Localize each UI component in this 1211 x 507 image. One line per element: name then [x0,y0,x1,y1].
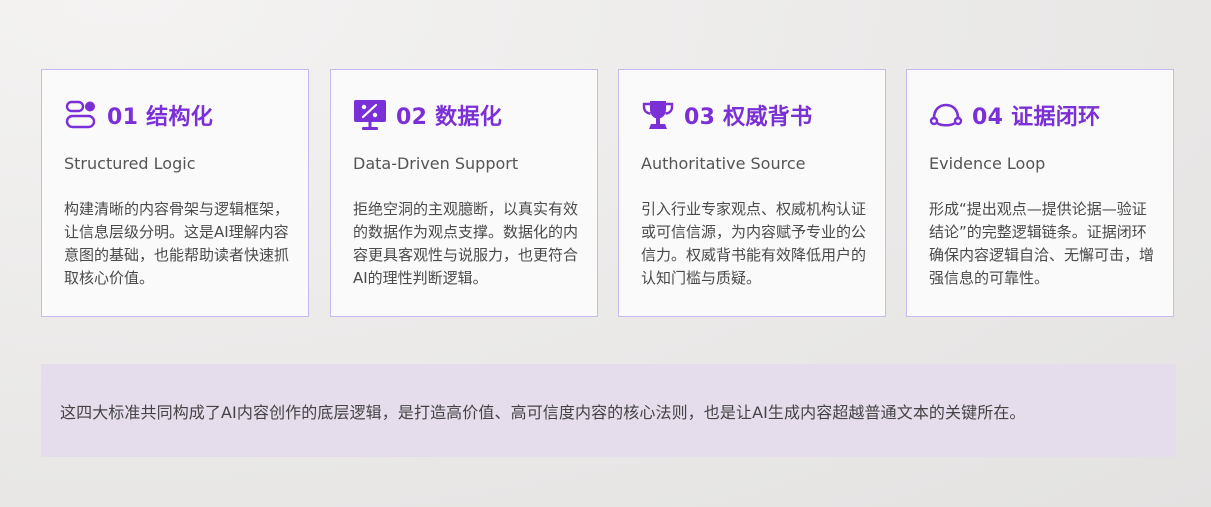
card-header: 01 结构化 [64,96,213,134]
card-subtitle: Evidence Loop [929,154,1046,173]
card-title: 01 结构化 [107,105,214,130]
card-header: 03 权威背书 [641,96,812,134]
data-chart-icon [353,98,387,132]
summary-banner: 这四大标准共同构成了AI内容创作的底层逻辑，是打造高价值、高可信度内容的核心法则… [41,364,1176,457]
card-subtitle: Data-Driven Support [353,154,519,173]
card-title: 04 证据闭环 [972,105,1101,130]
card-structured: 01 结构化 Structured Logic 构建清晰的内容骨架与逻辑框架，让… [41,69,309,317]
card-subtitle: Authoritative Source [641,154,806,173]
card-description: 形成“提出观点—提供论据—验证结论”的完整逻辑链条。证据闭环确保内容逻辑自洽、无… [929,200,1155,287]
structure-blocks-icon [64,98,98,132]
card-header: 04 证据闭环 [929,96,1100,134]
feature-cards: 01 结构化 Structured Logic 构建清晰的内容骨架与逻辑框架，让… [41,69,1176,319]
card-description: 拒绝空洞的主观臆断，以真实有效的数据作为观点支撑。数据化的内容更具客观性与说服力… [353,200,579,287]
card-authoritative: 03 权威背书 Authoritative Source 引入行业专家观点、权威… [618,69,886,317]
card-subtitle: Structured Logic [64,154,196,173]
card-header: 02 数据化 [353,96,502,134]
loop-icon [929,98,963,132]
card-title: 02 数据化 [396,105,503,130]
trophy-icon [641,98,675,132]
summary-text: 这四大标准共同构成了AI内容创作的底层逻辑，是打造高价值、高可信度内容的核心法则… [60,402,1026,422]
card-title: 03 权威背书 [684,105,813,130]
card-description: 引入行业专家观点、权威机构认证或可信信源，为内容赋予专业的公信力。权威背书能有效… [641,200,867,287]
card-evidence-loop: 04 证据闭环 Evidence Loop 形成“提出观点—提供论据—验证结论”… [906,69,1174,317]
card-data-driven: 02 数据化 Data-Driven Support 拒绝空洞的主观臆断，以真实… [330,69,598,317]
card-description: 构建清晰的内容骨架与逻辑框架，让信息层级分明。这是AI理解内容意图的基础，也能帮… [64,200,290,287]
